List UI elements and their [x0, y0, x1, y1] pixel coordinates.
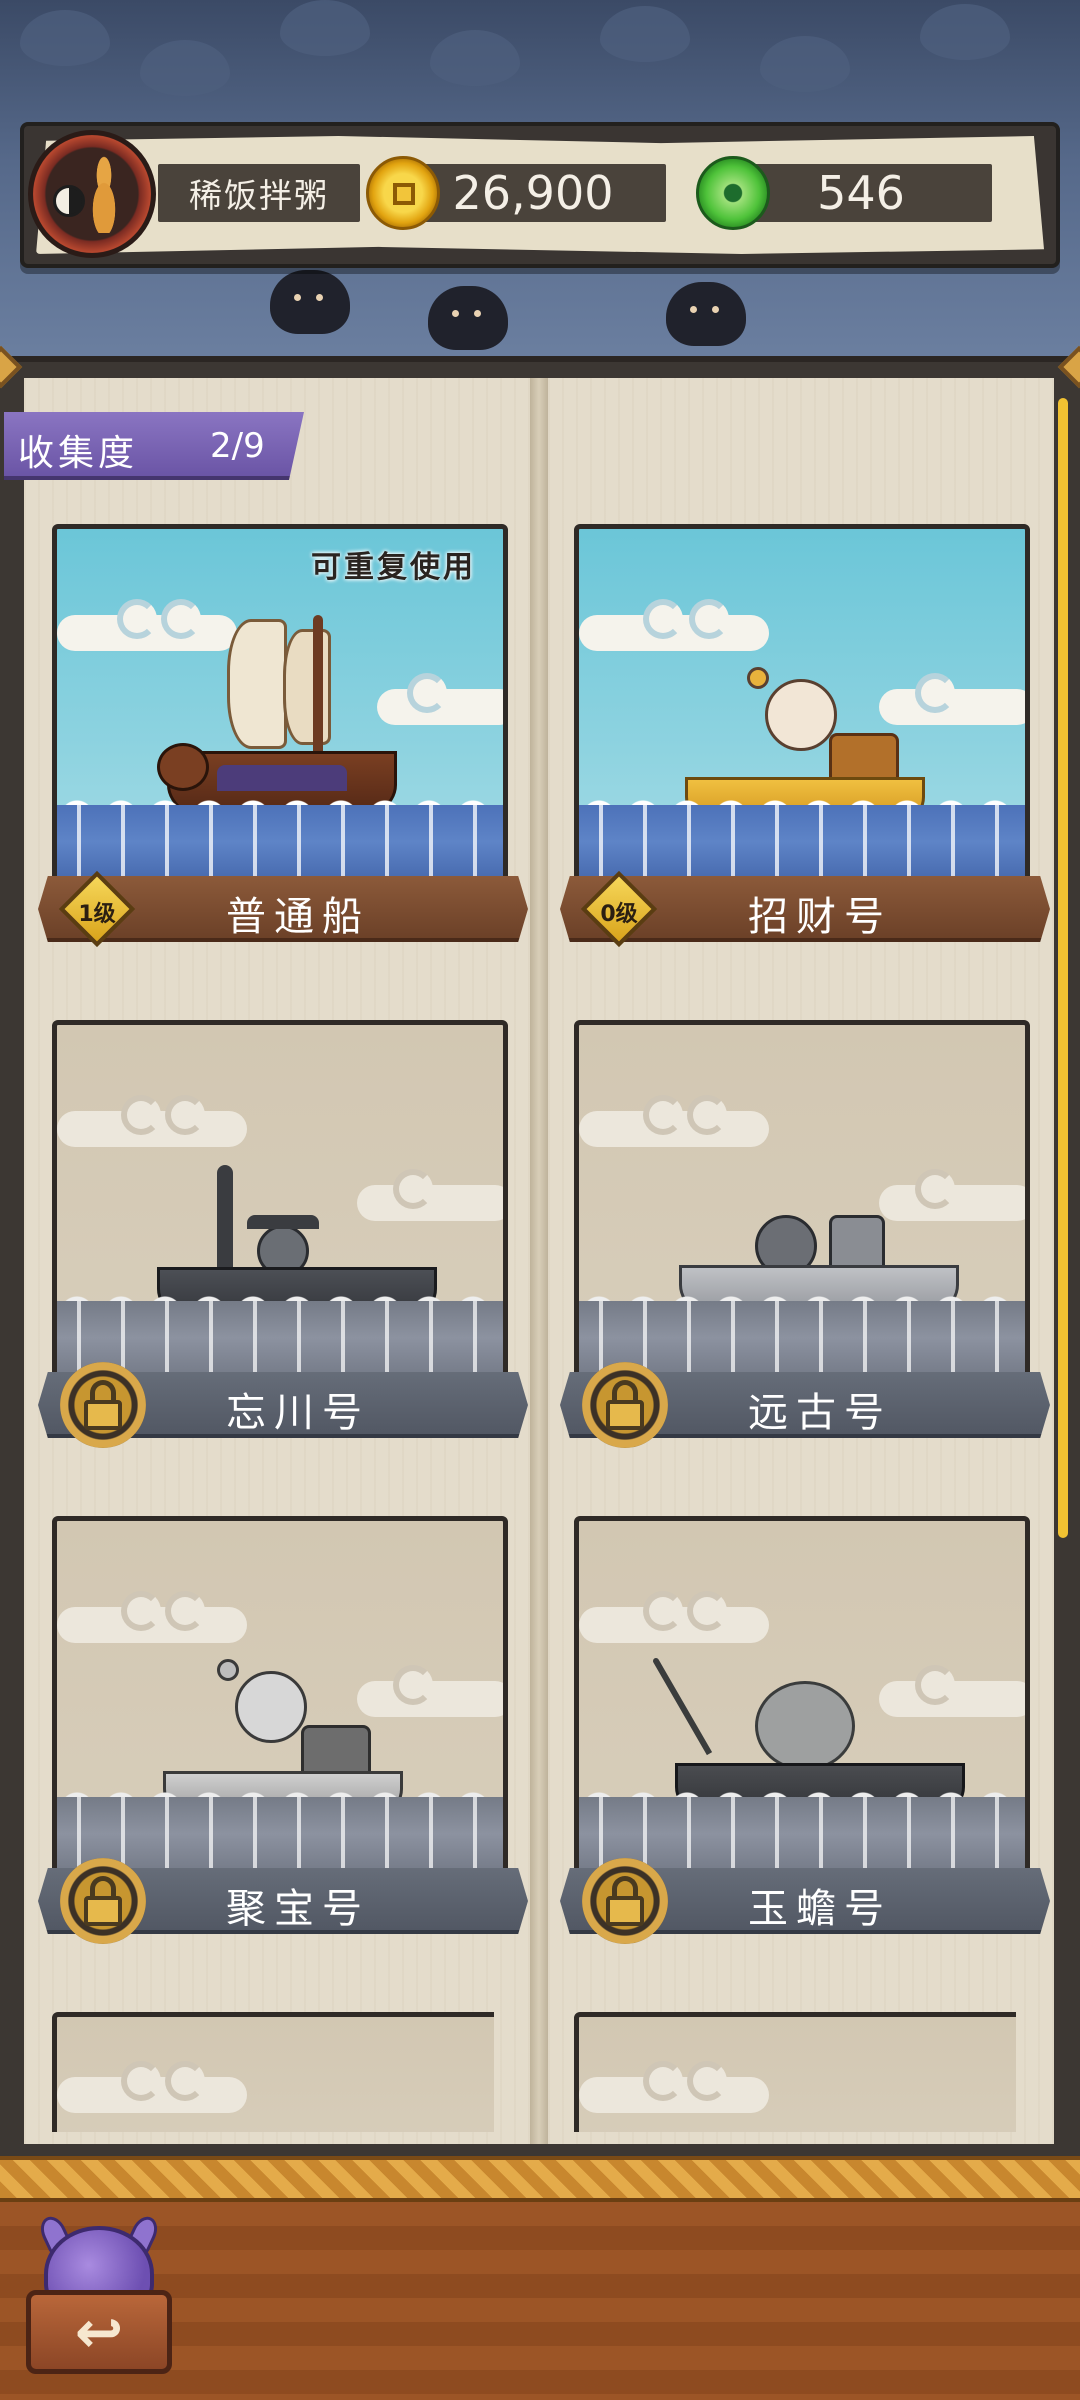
reusable-tag: 可重复使用 — [311, 550, 476, 585]
level-badge: 1级 — [58, 870, 136, 948]
gold-coin-icon — [366, 156, 440, 230]
ship-scene — [52, 1020, 508, 1398]
ship-card-partial[interactable] — [560, 2012, 1016, 2132]
level-text: 1级 — [78, 902, 116, 927]
shadow-critter — [270, 270, 350, 334]
jade-coin-icon — [696, 156, 770, 230]
collection-label: 收集度 — [18, 433, 139, 474]
ship-scene — [52, 1516, 508, 1894]
level-text: 0级 — [600, 902, 638, 927]
ship-card-zhaocai[interactable]: 招财号 0级 — [560, 524, 1050, 950]
gourd-icon — [81, 155, 127, 233]
ship-card-putong[interactable]: 可重复使用 普通船 1级 — [38, 524, 528, 950]
ship-card-partial[interactable] — [38, 2012, 494, 2132]
taiji-icon — [53, 185, 85, 217]
lock-icon — [60, 1858, 146, 1944]
lock-icon — [582, 1858, 668, 1944]
lock-icon — [582, 1362, 668, 1448]
lock-icon — [60, 1362, 146, 1448]
ship-scene — [574, 1020, 1030, 1398]
ship-card-yuchan[interactable]: 玉蟾号 — [560, 1516, 1050, 1944]
ship-card-yuangu[interactable]: 远古号 — [560, 1020, 1050, 1448]
player-name: 稀饭拌粥 — [158, 164, 360, 222]
ship-card-wangchuan[interactable]: 忘川号 — [38, 1020, 528, 1448]
collection-progress: 收集度 2/9 — [4, 412, 304, 480]
bottom-trim — [0, 2156, 1080, 2202]
ship-scene — [574, 1516, 1030, 1894]
back-arrow-icon: ↩ — [26, 2290, 172, 2374]
shadow-critter — [428, 286, 508, 350]
ship-scene — [574, 524, 1030, 902]
player-avatar[interactable] — [28, 130, 156, 258]
back-button[interactable]: ↩ — [26, 2212, 172, 2382]
book-spine — [530, 378, 548, 2144]
shadow-critter — [666, 282, 746, 346]
collection-value: 2/9 — [210, 426, 265, 466]
level-badge: 0级 — [580, 870, 658, 948]
scrollbar[interactable] — [1058, 398, 1068, 1538]
ship-card-jubao[interactable]: 聚宝号 — [38, 1516, 528, 1944]
